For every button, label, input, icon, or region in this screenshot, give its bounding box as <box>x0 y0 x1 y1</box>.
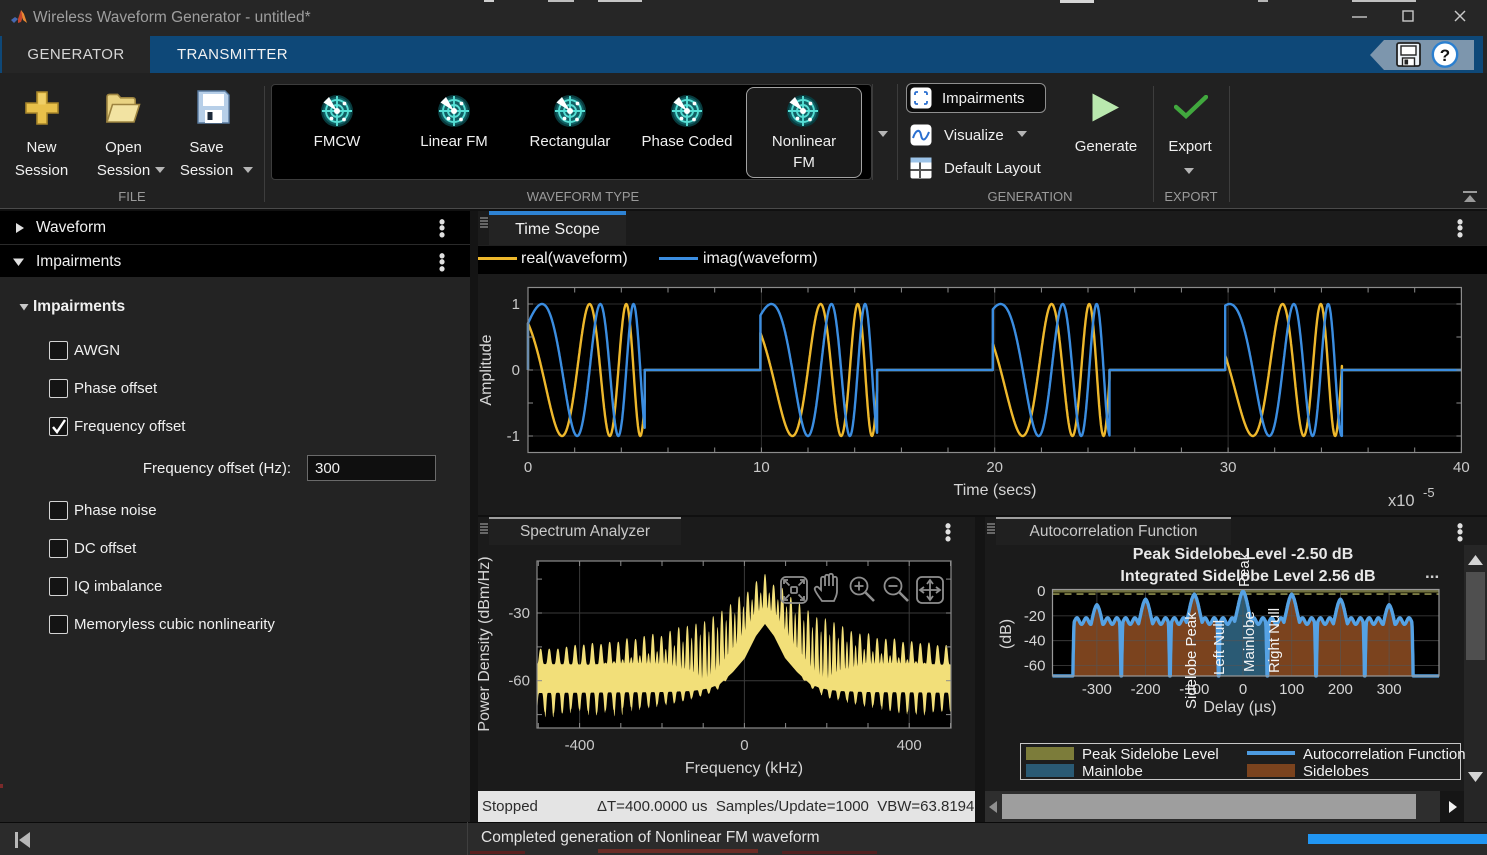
svg-text:Peak Sidelobe Level: Peak Sidelobe Level <box>1082 746 1219 763</box>
svg-text:0: 0 <box>1037 583 1045 600</box>
svg-text:Right Null: Right Null <box>1266 608 1283 673</box>
svg-text:-400: -400 <box>565 737 595 754</box>
svg-text:Power Density (dBm/Hz): Power Density (dBm/Hz) <box>478 556 493 731</box>
svg-text:-60: -60 <box>1024 658 1046 675</box>
svg-text:Peak: Peak <box>1236 552 1253 587</box>
svg-text:-60: -60 <box>508 673 530 690</box>
svg-text:Left Null: Left Null <box>1211 620 1228 675</box>
svg-text:0: 0 <box>740 737 748 754</box>
svg-text:30: 30 <box>1220 459 1237 476</box>
svg-text:-20: -20 <box>1024 608 1046 625</box>
svg-text:Amplitude: Amplitude <box>478 334 495 405</box>
svg-text:Mainlobe: Mainlobe <box>1082 763 1143 780</box>
svg-text:-5: -5 <box>1423 485 1435 500</box>
svg-text:-30: -30 <box>508 605 530 622</box>
svg-text:10: 10 <box>753 459 770 476</box>
svg-text:20: 20 <box>986 459 1003 476</box>
svg-text:Mainlobe: Mainlobe <box>1241 611 1258 672</box>
svg-text:Sidelobes: Sidelobes <box>1303 763 1369 780</box>
svg-text:Autocorrelation Function: Autocorrelation Function <box>1303 746 1466 763</box>
svg-text:Frequency (kHz): Frequency (kHz) <box>685 760 803 777</box>
svg-text:...: ... <box>1425 563 1439 582</box>
svg-text:0: 0 <box>1239 681 1247 698</box>
svg-text:Sidelobe Peak: Sidelobe Peak <box>1183 612 1200 709</box>
svg-text:-1: -1 <box>507 428 520 445</box>
svg-text:400: 400 <box>897 737 922 754</box>
svg-text:0: 0 <box>524 459 532 476</box>
svg-text:40: 40 <box>1453 459 1470 476</box>
svg-text:(dB): (dB) <box>998 619 1015 649</box>
svg-text:-300: -300 <box>1082 681 1112 698</box>
svg-text:1: 1 <box>512 296 520 313</box>
svg-text:200: 200 <box>1328 681 1353 698</box>
svg-text:x10: x10 <box>1388 492 1415 510</box>
svg-text:Time (secs): Time (secs) <box>954 482 1037 499</box>
svg-text:-40: -40 <box>1024 633 1046 650</box>
svg-text:300: 300 <box>1377 681 1402 698</box>
svg-text:100: 100 <box>1279 681 1304 698</box>
svg-text:Delay (µs): Delay (µs) <box>1203 699 1276 716</box>
svg-text:0: 0 <box>512 362 520 379</box>
svg-text:-200: -200 <box>1131 681 1161 698</box>
